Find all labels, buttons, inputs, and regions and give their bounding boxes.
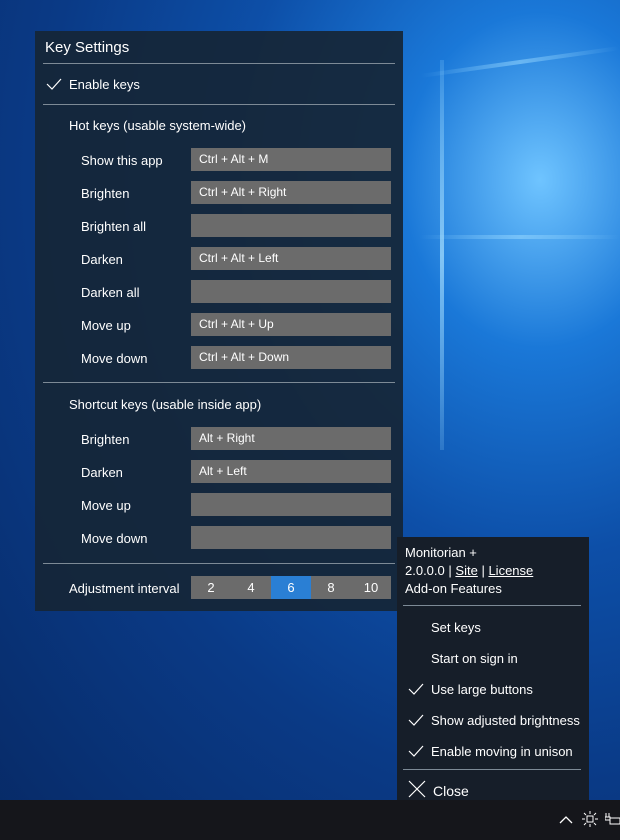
shortcut-keys-heading: Shortcut keys (usable inside app) [69,397,262,412]
adjustment-interval-label: Adjustment interval [69,581,180,596]
divider [43,382,395,383]
hot-keys-heading: Hot keys (usable system-wide) [69,118,246,133]
menu-item-label: Start on sign in [431,651,518,666]
checkmark-icon [408,714,424,726]
interval-option-8[interactable]: 8 [311,576,351,599]
hotkey-label: Show this app [81,153,163,168]
shortcut-brighten-input[interactable]: Alt + Right [191,427,391,450]
divider [403,605,581,606]
interval-option-6-selected[interactable]: 6 [271,576,311,599]
shortcut-move-up-input[interactable] [191,493,391,516]
hotkey-darken-input[interactable]: Ctrl + Alt + Left [191,247,391,270]
version: 2.0.0.0 [405,563,445,578]
hotkey-label: Move up [81,318,131,333]
menu-item-label: Use large buttons [431,682,533,697]
separator: | [481,563,485,578]
checkmark-icon [46,78,62,90]
version-line: 2.0.0.0 | Site | License [405,563,533,578]
chevron-up-icon[interactable] [559,813,573,828]
divider [43,563,395,564]
key-settings-panel: Key Settings Enable keys Hot keys (usabl… [35,31,403,611]
shortcut-label: Brighten [81,432,130,447]
divider [43,63,395,64]
shortcut-label: Darken [81,465,123,480]
hotkey-label: Brighten all [81,219,147,234]
divider [403,769,581,770]
hotkey-label: Move down [81,351,148,366]
menu-item-label: Set keys [431,620,481,635]
shortcut-label: Move up [81,498,131,513]
panel-title: Key Settings [45,39,130,56]
power-icon[interactable] [604,812,620,829]
interval-option-4[interactable]: 4 [231,576,271,599]
enable-keys-label: Enable keys [69,77,140,92]
adjustment-interval-selector[interactable]: 2 4 6 8 10 [191,576,391,599]
hotkey-move-down-input[interactable]: Ctrl + Alt + Down [191,346,391,369]
divider [43,104,395,105]
checkmark-icon [408,745,424,757]
hotkey-label: Darken [81,252,123,267]
menu-item-label: Show adjusted brightness [431,713,580,728]
close-label: Close [433,783,469,799]
addon-features: Add-on Features [405,581,502,596]
site-link[interactable]: Site [455,563,477,578]
license-link[interactable]: License [488,563,533,578]
context-menu: Monitorian + 2.0.0.0 | Site | License Ad… [397,537,589,800]
hotkey-brighten-all-input[interactable] [191,214,391,237]
hotkey-label: Darken all [81,285,140,300]
shortcut-darken-input[interactable]: Alt + Left [191,460,391,483]
shortcut-label: Move down [81,531,148,546]
wallpaper-light [440,60,444,450]
taskbar [0,800,620,840]
hotkey-move-up-input[interactable]: Ctrl + Alt + Up [191,313,391,336]
app-name: Monitorian + [405,545,477,560]
separator: | [448,563,452,578]
shortcut-move-down-input[interactable] [191,526,391,549]
interval-option-10[interactable]: 10 [351,576,391,599]
brightness-icon[interactable] [582,811,598,830]
hotkey-show-app-input[interactable]: Ctrl + Alt + M [191,148,391,171]
menu-item-label: Enable moving in unison [431,744,573,759]
interval-option-2[interactable]: 2 [191,576,231,599]
checkmark-icon [408,683,424,695]
hotkey-label: Brighten [81,186,130,201]
wallpaper-light [420,46,620,78]
hotkey-darken-all-input[interactable] [191,280,391,303]
hotkey-brighten-input[interactable]: Ctrl + Alt + Right [191,181,391,204]
wallpaper-light [420,235,620,239]
close-icon [408,780,426,798]
